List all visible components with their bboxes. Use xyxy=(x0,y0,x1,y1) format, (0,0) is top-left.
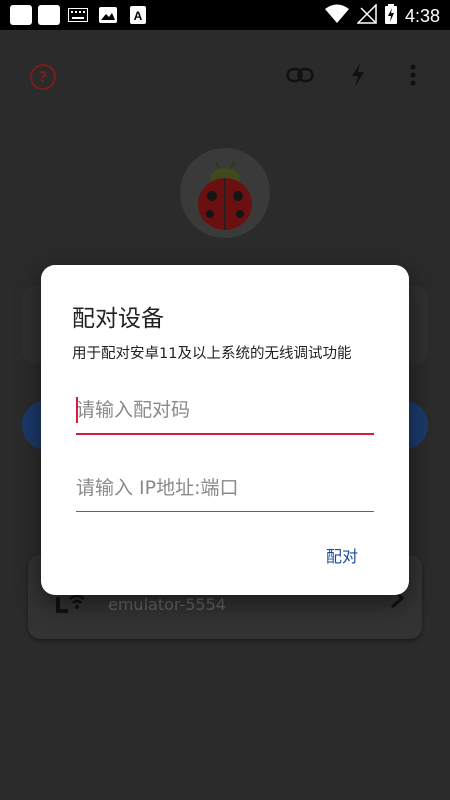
signal-icon xyxy=(356,3,377,28)
app-notification-icon xyxy=(38,5,60,25)
more-vert-icon[interactable] xyxy=(398,60,428,90)
pair-code-input[interactable] xyxy=(76,391,374,429)
ip-port-input[interactable] xyxy=(76,469,374,507)
dialog-title: 配对设备 xyxy=(72,306,164,332)
device-name: emulator-5554 xyxy=(108,595,226,614)
image-icon xyxy=(96,5,120,25)
status-time: 4:38 xyxy=(404,5,440,26)
svg-text:A: A xyxy=(134,9,143,23)
wifi-icon xyxy=(324,4,349,28)
dialog-description: 用于配对安卓11及以上系统的无线调试功能 xyxy=(72,346,352,362)
pair-code-field xyxy=(76,391,374,435)
battery-charging-icon xyxy=(384,4,397,28)
status-bar: A 4:38 xyxy=(0,0,450,30)
text-cursor xyxy=(76,397,78,423)
pair-button[interactable]: 配对 xyxy=(326,543,358,567)
link-icon[interactable] xyxy=(285,60,315,90)
keyboard-icon xyxy=(66,5,90,25)
pair-device-dialog: 配对设备 用于配对安卓11及以上系统的无线调试功能 配对 xyxy=(41,265,409,595)
help-icon[interactable]: ? xyxy=(30,64,56,90)
bolt-icon[interactable] xyxy=(343,60,373,90)
font-download-icon: A xyxy=(126,5,150,25)
app-notification-icon xyxy=(10,5,32,25)
ip-port-field xyxy=(76,469,374,512)
ladybug-avatar-icon xyxy=(180,148,270,238)
